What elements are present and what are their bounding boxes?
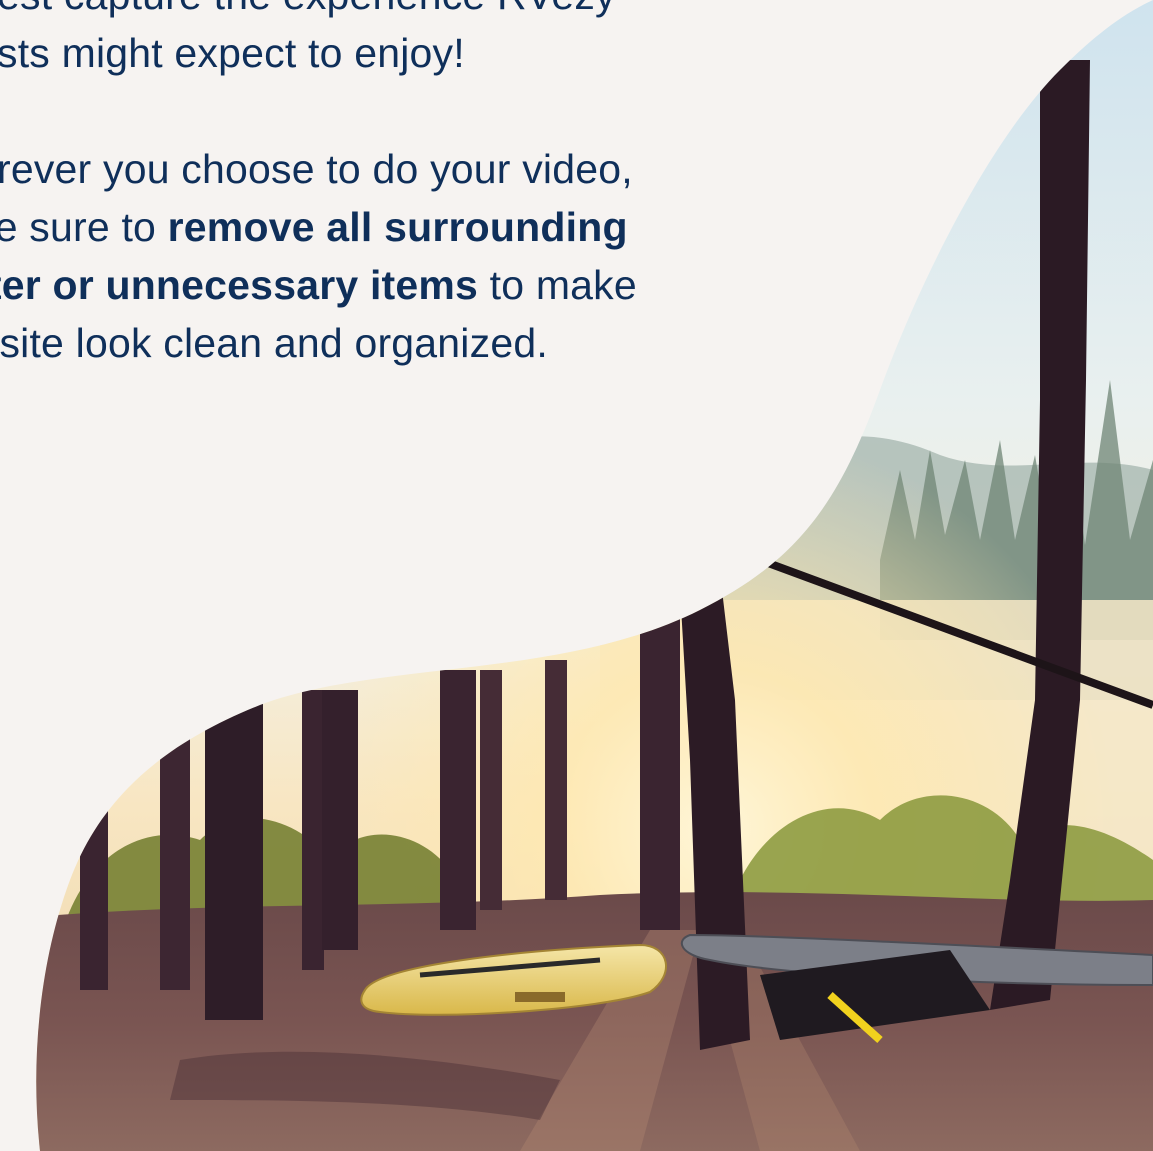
paragraph-experience: best capture the experience RVezy ests m…: [0, 0, 824, 82]
instruction-text: best capture the experience RVezy ests m…: [0, 0, 824, 372]
emphasis-unnecessary-items: tter or unnecessary items: [0, 262, 479, 308]
text-line: r site look clean and organized.: [0, 320, 548, 366]
emphasis-remove-clutter: remove all surrounding: [167, 204, 628, 250]
document-page: best capture the experience RVezy ests m…: [0, 0, 1153, 1151]
paragraph-clutter: erever you choose to do your video, ke s…: [0, 140, 824, 372]
text-line: ests might expect to enjoy!: [0, 30, 465, 76]
text-line: best capture the experience RVezy: [0, 0, 616, 18]
text-line: to make: [478, 262, 637, 308]
text-line: ke sure to: [0, 204, 157, 250]
text-line: erever you choose to do your video,: [0, 146, 633, 192]
